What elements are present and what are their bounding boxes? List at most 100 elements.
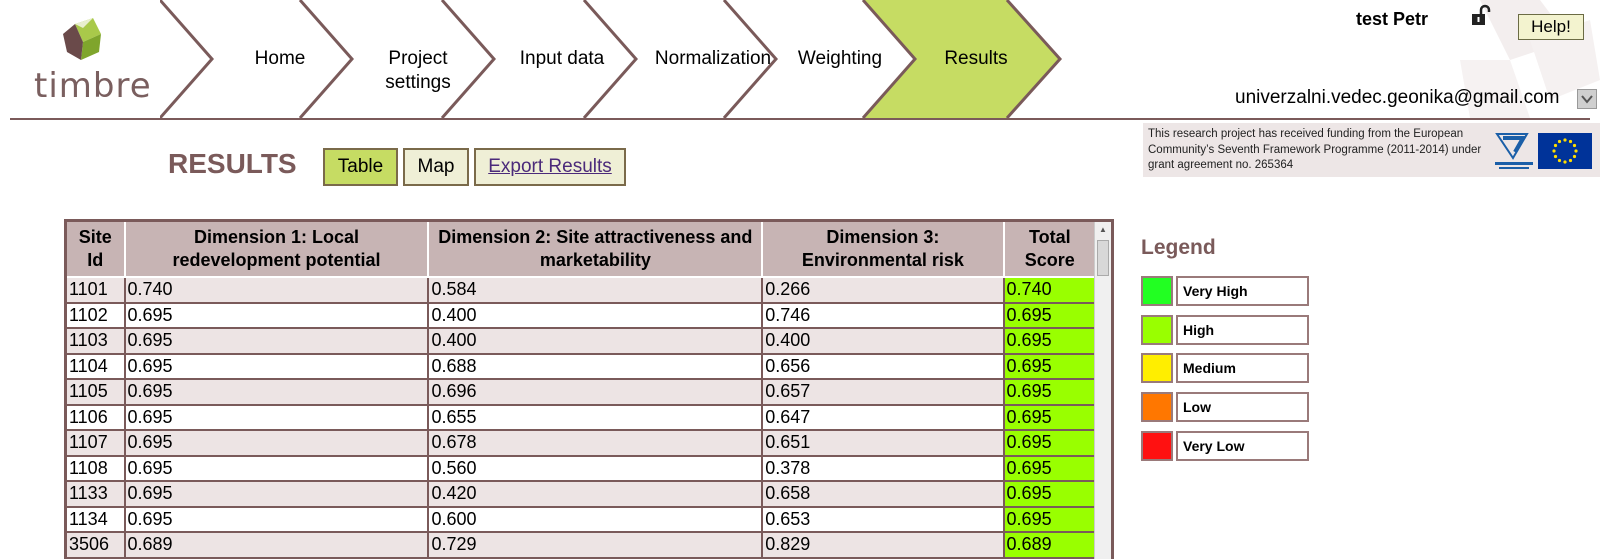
user-email: univerzalni.vedec.geonika@gmail.com: [1235, 87, 1560, 108]
cell-dimension-3: 0.658: [762, 481, 1005, 508]
help-button[interactable]: Help!: [1518, 14, 1584, 40]
table-row[interactable]: 1106 0.695 0.655 0.647 0.695: [67, 404, 1098, 431]
table-row[interactable]: 3506 0.689 0.729 0.829 0.689: [67, 532, 1098, 559]
cell-dimension-3: 0.400: [762, 328, 1005, 355]
cell-dimension-2: 0.420: [428, 481, 764, 508]
cell-dimension-1: 0.740: [124, 277, 430, 304]
nav-item-results[interactable]: Results: [926, 47, 1026, 71]
timbre-logo[interactable]: timbre: [25, 16, 155, 106]
cell-total-score: 0.695: [1003, 328, 1098, 355]
results-table: Site Id Dimension 1: Local redevelopment…: [67, 222, 1098, 559]
map-view-button[interactable]: Map: [403, 148, 469, 186]
cell-total-score: 0.695: [1003, 353, 1098, 380]
export-results-link[interactable]: Export Results: [474, 148, 626, 186]
cell-site-id: 3506: [67, 532, 126, 559]
cell-total-score: 0.695: [1003, 379, 1098, 406]
cell-dimension-1: 0.695: [124, 404, 430, 431]
legend-label: High: [1176, 315, 1309, 345]
cell-dimension-3: 0.651: [762, 430, 1005, 457]
cell-dimension-1: 0.695: [124, 353, 430, 380]
table-row[interactable]: 1133 0.695 0.420 0.658 0.695: [67, 481, 1098, 508]
legend-item: Very High: [1141, 276, 1309, 306]
lock-open-icon[interactable]: [1470, 4, 1492, 28]
logo-text: timbre: [34, 66, 152, 106]
legend-item: Medium: [1141, 353, 1309, 383]
cell-dimension-1: 0.695: [124, 506, 430, 533]
cell-dimension-2: 0.678: [428, 430, 764, 457]
legend-label: Medium: [1176, 353, 1309, 383]
scroll-up-arrow-icon[interactable]: ▲: [1095, 222, 1111, 238]
account-dropdown-button[interactable]: [1577, 89, 1597, 109]
cell-site-id: 1134: [67, 506, 126, 533]
nav-item-weighting[interactable]: Weighting: [790, 47, 890, 71]
column-header-dimension-1[interactable]: Dimension 1: Local redevelopment potenti…: [124, 222, 430, 278]
nav-item-project-settings[interactable]: Project settings: [378, 47, 458, 95]
results-table-container: Site Id Dimension 1: Local redevelopment…: [64, 219, 1114, 559]
cell-total-score: 0.740: [1003, 277, 1098, 304]
table-view-button[interactable]: Table: [323, 148, 398, 186]
header-divider: [10, 118, 1590, 120]
legend-item: High: [1141, 315, 1309, 345]
scrollbar-thumb[interactable]: [1097, 240, 1109, 276]
cell-dimension-3: 0.656: [762, 353, 1005, 380]
legend-label: Very High: [1176, 276, 1309, 306]
nav-item-input-data[interactable]: Input data: [512, 47, 612, 71]
cell-site-id: 1102: [67, 302, 126, 329]
cell-dimension-1: 0.695: [124, 455, 430, 482]
table-row[interactable]: 1104 0.695 0.688 0.656 0.695: [67, 353, 1098, 380]
cell-dimension-3: 0.378: [762, 455, 1005, 482]
nav-item-normalization[interactable]: Normalization: [648, 47, 778, 71]
funding-banner: This research project has received fundi…: [1143, 123, 1600, 177]
cell-site-id: 1101: [67, 277, 126, 304]
cell-dimension-2: 0.400: [428, 328, 764, 355]
cell-total-score: 0.695: [1003, 302, 1098, 329]
legend-swatch: [1141, 353, 1173, 383]
cell-total-score: 0.695: [1003, 506, 1098, 533]
cell-dimension-3: 0.653: [762, 506, 1005, 533]
table-row[interactable]: 1102 0.695 0.400 0.746 0.695: [67, 302, 1098, 329]
cell-dimension-1: 0.695: [124, 379, 430, 406]
column-header-total-score[interactable]: Total Score: [1003, 222, 1098, 278]
cell-dimension-1: 0.695: [124, 430, 430, 457]
cell-dimension-2: 0.688: [428, 353, 764, 380]
cell-total-score: 0.695: [1003, 430, 1098, 457]
cell-site-id: 1106: [67, 404, 126, 431]
legend-swatch: [1141, 276, 1173, 306]
legend-title: Legend: [1141, 236, 1216, 259]
legend-swatch: [1141, 431, 1173, 461]
table-row[interactable]: 1101 0.740 0.584 0.266 0.740: [67, 277, 1098, 304]
logo-cube-icon: [63, 18, 101, 60]
table-scrollbar[interactable]: ▲: [1094, 222, 1111, 559]
cell-site-id: 1108: [67, 455, 126, 482]
chevron-down-icon: [1581, 95, 1593, 104]
cell-dimension-3: 0.647: [762, 404, 1005, 431]
user-name: test Petr: [1356, 9, 1429, 29]
table-row[interactable]: 1134 0.695 0.600 0.653 0.695: [67, 506, 1098, 533]
legend-item: Low: [1141, 392, 1309, 422]
funding-text: This research project has received fundi…: [1148, 128, 1482, 171]
cell-dimension-2: 0.560: [428, 455, 764, 482]
column-header-dimension-2[interactable]: Dimension 2: Site attractiveness and mar…: [428, 222, 764, 278]
cell-dimension-1: 0.695: [124, 481, 430, 508]
nav-item-home[interactable]: Home: [240, 47, 320, 71]
cell-total-score: 0.689: [1003, 532, 1098, 559]
table-row[interactable]: 1108 0.695 0.560 0.378 0.695: [67, 455, 1098, 482]
column-header-site-id[interactable]: Site Id: [67, 222, 126, 278]
fp7-logo-icon: [1495, 133, 1533, 169]
cell-dimension-3: 0.746: [762, 302, 1005, 329]
table-body: 1101 0.740 0.584 0.266 0.740 1102 0.695 0.400 0.…: [67, 277, 1098, 559]
table-row[interactable]: 1103 0.695 0.400 0.400 0.695: [67, 328, 1098, 355]
cell-dimension-3: 0.657: [762, 379, 1005, 406]
cell-total-score: 0.695: [1003, 404, 1098, 431]
app-header: timbre Home Project settings Input data …: [0, 0, 1600, 120]
table-row[interactable]: 1107 0.695 0.678 0.651 0.695: [67, 430, 1098, 457]
table-header-row: Site Id Dimension 1: Local redevelopment…: [67, 222, 1098, 278]
cell-dimension-1: 0.695: [124, 302, 430, 329]
page-title: RESULTS: [168, 148, 297, 179]
cell-dimension-1: 0.689: [124, 532, 430, 559]
legend-label: Low: [1176, 392, 1309, 422]
column-header-dimension-3[interactable]: Dimension 3: Environmental risk: [762, 222, 1005, 278]
cell-total-score: 0.695: [1003, 481, 1098, 508]
table-row[interactable]: 1105 0.695 0.696 0.657 0.695: [67, 379, 1098, 406]
legend-swatch: [1141, 392, 1173, 422]
